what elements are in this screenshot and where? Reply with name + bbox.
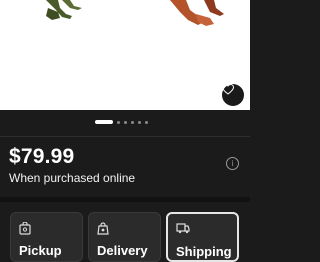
- delivery-option[interactable]: Delivery: [88, 212, 161, 262]
- carousel-indicator[interactable]: [95, 118, 148, 126]
- heart-outline-icon: [222, 84, 234, 95]
- pickup-option[interactable]: Pickup: [10, 212, 83, 262]
- carousel-dot[interactable]: [145, 120, 148, 124]
- section-divider: [0, 197, 250, 202]
- carousel-dot-active[interactable]: [95, 120, 113, 124]
- shipping-label: Shipping: [176, 244, 232, 259]
- divider: [0, 136, 250, 137]
- pickup-label: Pickup: [19, 243, 62, 258]
- info-icon[interactable]: i: [226, 157, 239, 170]
- store-bag-icon: [19, 222, 31, 235]
- truck-icon: [176, 223, 190, 234]
- delivery-label: Delivery: [97, 243, 148, 258]
- carousel-dot[interactable]: [124, 120, 127, 124]
- carousel-dot[interactable]: [131, 120, 134, 124]
- carousel-dot[interactable]: [117, 120, 120, 124]
- fulfillment-options: Pickup Delivery Shipping: [10, 212, 239, 262]
- price-note: When purchased online: [9, 171, 136, 185]
- delivery-bag-icon: [97, 222, 109, 235]
- shipping-option[interactable]: Shipping: [166, 212, 239, 262]
- favorite-button[interactable]: [222, 84, 244, 106]
- product-image[interactable]: [0, 0, 250, 110]
- product-photo: [46, 0, 224, 26]
- carousel-dot[interactable]: [138, 120, 141, 124]
- product-price: $79.99: [9, 145, 75, 168]
